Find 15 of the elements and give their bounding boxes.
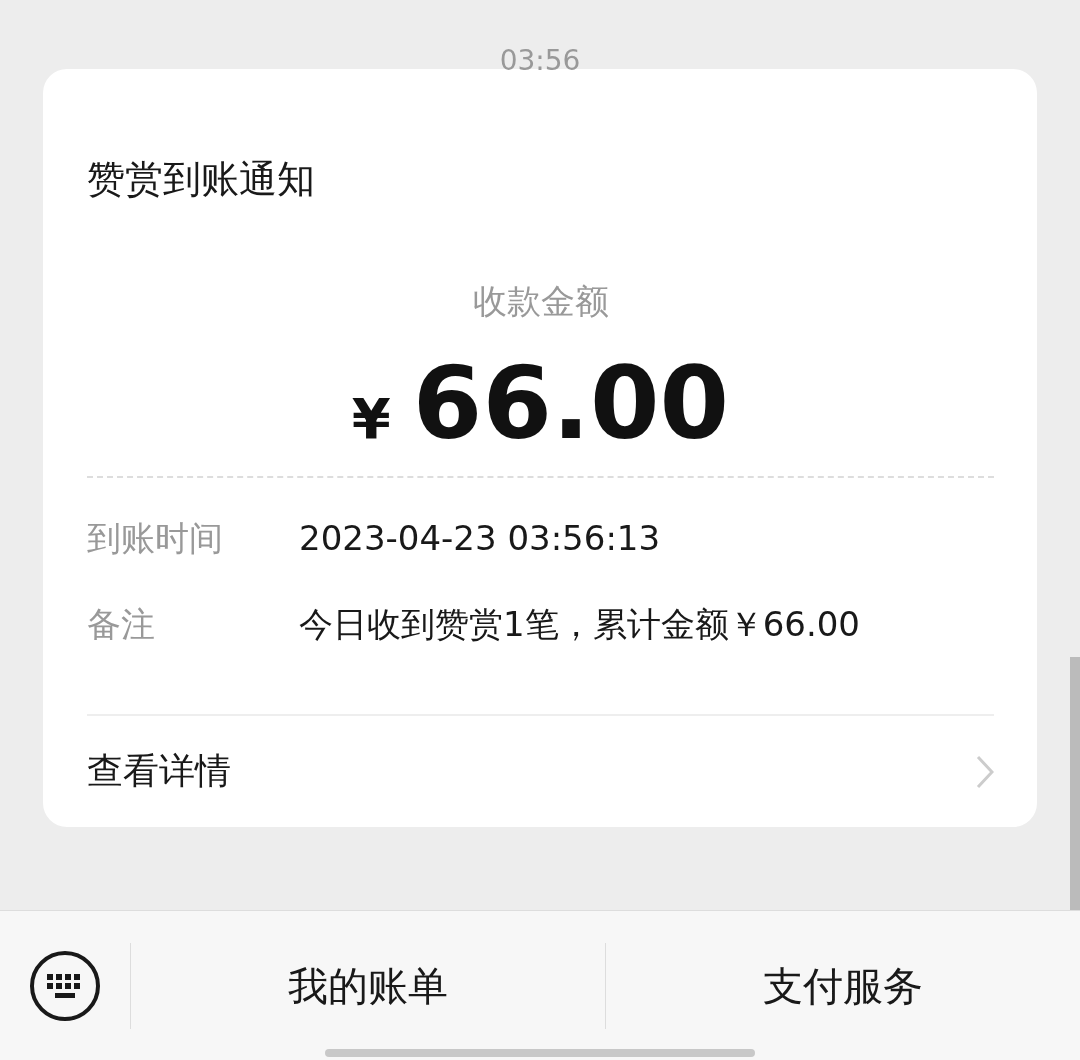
menu-button[interactable]: 支付服务 <box>605 943 1080 1029</box>
amount-value: 66.00 <box>412 349 730 459</box>
field-label: 备注 <box>87 603 156 646</box>
keyboard-icon[interactable] <box>29 950 101 1022</box>
details-label: 查看详情 <box>87 749 231 793</box>
card-title: 赞赏到账通知 <box>87 156 316 203</box>
message-time: 03:56 <box>498 43 582 69</box>
amount-label: 收款金额 <box>471 280 610 323</box>
currency-symbol: ¥ <box>351 385 391 453</box>
chevron-icon <box>976 754 994 789</box>
details-link[interactable]: 查看详情 <box>87 716 994 827</box>
field-value: 今日收到赞赏1笔，累计金额￥66.00 <box>299 603 860 646</box>
menu-button[interactable]: 我的账单 <box>130 943 605 1029</box>
field-value: 2023-04-23 03:56:13 <box>299 517 661 560</box>
field-label: 到账时间 <box>87 517 224 560</box>
